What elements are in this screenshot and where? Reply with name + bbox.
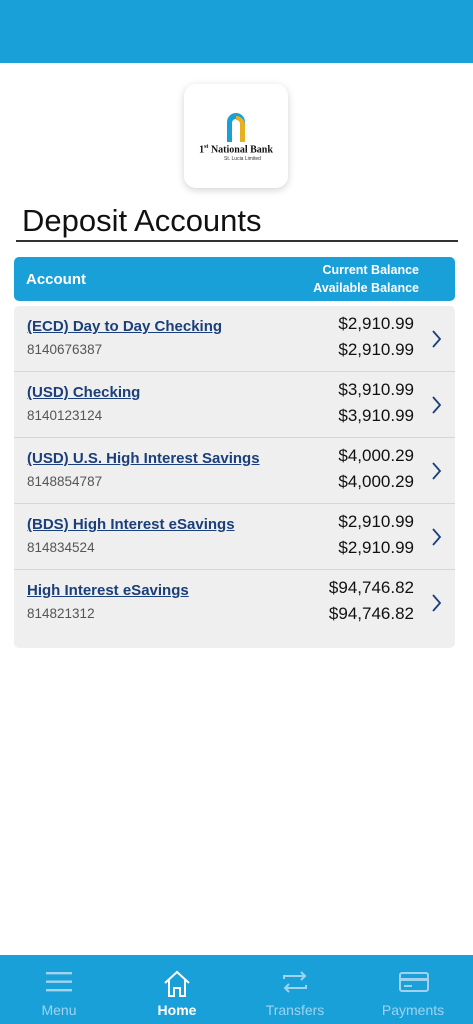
- bank-logo-subtitle: St. Lucia Limited: [224, 156, 261, 162]
- bank-logo-name: 1st National Bank: [199, 144, 273, 156]
- bank-logo: 1st National Bank St. Lucia Limited: [184, 84, 288, 188]
- account-name-link[interactable]: (ECD) Day to Day Checking: [27, 318, 222, 335]
- account-row[interactable]: High Interest eSavings 814821312 $94,746…: [14, 570, 455, 636]
- available-balance: $2,910.99: [338, 538, 414, 557]
- account-number: 8140676387: [27, 342, 103, 357]
- transfers-icon: [283, 971, 307, 993]
- home-icon: [164, 970, 190, 997]
- current-balance: $2,910.99: [338, 314, 414, 333]
- bank-logo-arch-icon: [227, 113, 245, 142]
- current-balance-column-header: Current Balance: [322, 263, 419, 277]
- bottom-tab-bar: Menu Home Transfers Payments: [0, 955, 473, 1024]
- account-number: 814834524: [27, 540, 95, 555]
- menu-icon: [46, 972, 72, 992]
- top-app-bar: [0, 0, 473, 63]
- available-balance: $3,910.99: [338, 406, 414, 425]
- title-divider: [16, 240, 458, 242]
- account-name-link[interactable]: (BDS) High Interest eSavings: [27, 516, 235, 533]
- tab-menu[interactable]: Menu: [0, 955, 118, 1024]
- tab-payments[interactable]: Payments: [354, 955, 472, 1024]
- chevron-right-icon[interactable]: [432, 528, 442, 546]
- account-name-link[interactable]: (USD) U.S. High Interest Savings: [27, 450, 260, 467]
- chevron-right-icon[interactable]: [432, 594, 442, 612]
- accounts-table-header: Account Current Balance Available Balanc…: [14, 257, 455, 301]
- current-balance: $94,746.82: [328, 578, 414, 597]
- account-row[interactable]: (USD) Checking 8140123124 $3,910.99 $3,9…: [14, 372, 455, 438]
- tab-transfers-label: Transfers: [265, 1002, 325, 1018]
- tab-menu-label: Menu: [41, 1002, 77, 1018]
- available-balance: $4,000.29: [338, 472, 414, 491]
- account-name-link[interactable]: High Interest eSavings: [27, 582, 189, 599]
- page-title: Deposit Accounts: [22, 203, 262, 238]
- tab-transfers[interactable]: Transfers: [236, 955, 354, 1024]
- account-row[interactable]: (BDS) High Interest eSavings 814834524 $…: [14, 504, 455, 570]
- accounts-list: (ECD) Day to Day Checking 8140676387 $2,…: [14, 306, 455, 648]
- account-number: 814821312: [27, 606, 95, 621]
- current-balance: $3,910.99: [338, 380, 414, 399]
- account-name-link[interactable]: (USD) Checking: [27, 384, 140, 401]
- account-number: 8140123124: [27, 408, 103, 423]
- available-balance-column-header: Available Balance: [313, 281, 419, 295]
- account-number: 8148854787: [27, 474, 103, 489]
- available-balance: $94,746.82: [328, 604, 414, 623]
- chevron-right-icon[interactable]: [432, 330, 442, 348]
- payments-icon: [399, 972, 429, 992]
- chevron-right-icon[interactable]: [432, 396, 442, 414]
- tab-home-label: Home: [157, 1002, 197, 1018]
- current-balance: $4,000.29: [338, 446, 414, 465]
- chevron-right-icon[interactable]: [432, 462, 442, 480]
- tab-home[interactable]: Home: [118, 955, 236, 1024]
- account-column-header: Account: [26, 271, 86, 288]
- account-row[interactable]: (ECD) Day to Day Checking 8140676387 $2,…: [14, 306, 455, 372]
- current-balance: $2,910.99: [338, 512, 414, 531]
- tab-payments-label: Payments: [381, 1002, 445, 1018]
- account-row[interactable]: (USD) U.S. High Interest Savings 8148854…: [14, 438, 455, 504]
- available-balance: $2,910.99: [338, 340, 414, 359]
